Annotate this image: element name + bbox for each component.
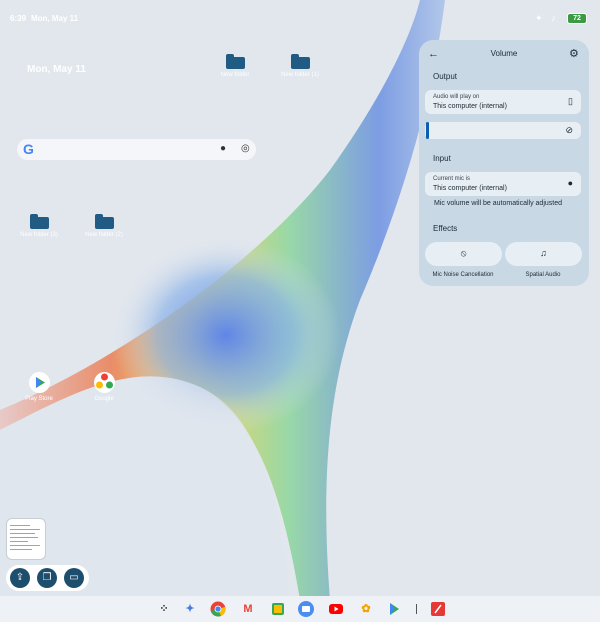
lens-icon[interactable]: ◎ (241, 143, 250, 154)
search-bar[interactable]: G ● ◎ (17, 139, 256, 160)
status-bar: 6:39 Mon, May 11 ✦ ♪ 72 (0, 0, 600, 38)
output-device: This computer (internal) (433, 103, 507, 110)
spatial-audio-label: Spatial Audio (525, 272, 561, 278)
input-heading: Input (433, 154, 451, 163)
output-caption: Audio will play on (433, 94, 480, 100)
output-device-card[interactable]: Audio will play on This computer (intern… (425, 90, 581, 114)
folder-label: New folder (2) (85, 232, 123, 238)
launcher-icon[interactable]: ⁘ (156, 601, 172, 617)
copy-icon[interactable]: ❐ (37, 568, 57, 588)
screenshot-actions: ⇪ ❐ ▭ (6, 565, 89, 591)
device-icon: ▯ (568, 96, 573, 106)
panel-title: Volume (490, 49, 518, 58)
taskbar: ⁘ ✦ M ✿ (0, 596, 600, 622)
wifi-icon: ✦ (535, 13, 543, 23)
chrome-icon[interactable] (210, 601, 226, 617)
volume-panel: ← Volume ⚙ Output Audio will play on Thi… (419, 40, 589, 286)
play-store-icon (28, 372, 50, 393)
mic-auto-adjust-note: Mic volume will be automatically adjuste… (434, 200, 562, 207)
noise-cancellation-label: Mic Noise Cancellation (432, 272, 494, 278)
bell-icon: ♪ (551, 13, 556, 23)
google-apps-icon (93, 372, 115, 393)
google-logo-icon: G (23, 141, 34, 157)
spatial-audio-toggle[interactable]: ♫ (505, 242, 582, 266)
battery-icon: 72 (567, 13, 587, 24)
gear-icon[interactable]: ⚙ (569, 47, 579, 60)
share-icon[interactable]: ⇪ (10, 568, 30, 588)
youtube-icon[interactable] (328, 601, 344, 617)
input-device-card[interactable]: Current mic is This computer (internal) … (425, 172, 581, 196)
input-caption: Current mic is (433, 176, 471, 182)
folder-open-icon[interactable]: ▭ (64, 568, 84, 588)
app-label: Play Store (25, 396, 53, 402)
slider-handle[interactable] (426, 122, 429, 139)
status-date: Mon, May 11 (31, 14, 79, 23)
folder-icon (225, 54, 245, 69)
play-store-taskbar-icon[interactable] (386, 601, 402, 617)
effects-heading: Effects (433, 224, 458, 233)
gmail-icon[interactable]: M (240, 601, 256, 617)
text-editor-icon[interactable] (430, 601, 446, 617)
output-volume-slider[interactable]: ⊘ (425, 122, 581, 139)
spatial-audio-icon: ♫ (540, 248, 547, 258)
folder-icon (94, 214, 114, 229)
output-heading: Output (433, 72, 458, 81)
taskbar-divider (416, 604, 417, 614)
folder-label: New folder (220, 72, 250, 78)
input-device: This computer (internal) (433, 185, 507, 192)
status-time: 6:39 (10, 14, 27, 23)
folder-new-folder-3[interactable]: New folder (3) (14, 214, 64, 238)
mic-icon: ● (567, 178, 573, 188)
date-widget: Mon, May 11 (27, 64, 86, 75)
folder-new-folder-1[interactable]: New folder (1) (275, 54, 325, 78)
gemini-icon[interactable]: ✦ (182, 601, 198, 617)
app-label: Google (94, 396, 114, 402)
noise-cancellation-toggle[interactable]: ⦸ (425, 242, 502, 266)
app-google[interactable]: Google (84, 372, 124, 402)
volume-muted-icon[interactable]: ⊘ (565, 125, 573, 136)
files-icon[interactable] (298, 601, 314, 617)
folder-icon (29, 214, 49, 229)
folder-icon (290, 54, 310, 69)
folder-label: New folder (1) (281, 72, 319, 78)
mic-icon[interactable]: ● (220, 143, 226, 154)
folder-new-folder[interactable]: New folder (210, 54, 260, 78)
mic-off-icon: ⦸ (460, 248, 467, 258)
folder-label: New folder (3) (20, 232, 58, 238)
classroom-icon[interactable] (270, 601, 286, 617)
photos-icon[interactable]: ✿ (358, 601, 374, 617)
folder-new-folder-2[interactable]: New folder (2) (79, 214, 129, 238)
screenshot-thumbnail[interactable] (6, 518, 46, 560)
app-play-store[interactable]: Play Store (19, 372, 59, 402)
